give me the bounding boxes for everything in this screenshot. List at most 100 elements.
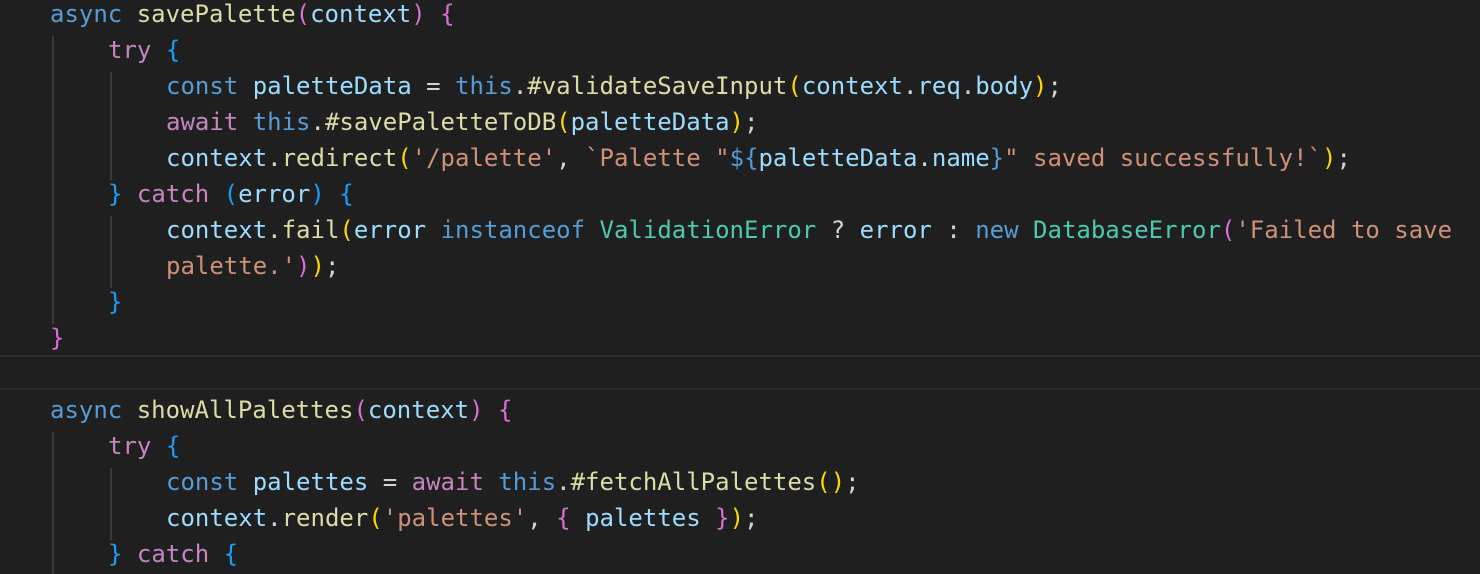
code-token: '/palette'	[411, 144, 557, 172]
indent-guide	[110, 72, 112, 180]
code-token: (	[556, 108, 571, 136]
code-token: const	[166, 468, 239, 496]
code-token: )	[1033, 72, 1048, 100]
code-token: ;	[845, 468, 860, 496]
code-token: ;	[324, 252, 340, 280]
code-line[interactable]: const paletteData = this.#validateSaveIn…	[166, 68, 1062, 104]
code-token: .	[512, 72, 528, 100]
code-token: {	[223, 540, 239, 568]
code-token: error	[353, 216, 427, 244]
code-line[interactable]: }	[50, 320, 64, 356]
code-token: 'Failed to save	[1235, 216, 1453, 244]
code-token: new	[975, 216, 1019, 244]
code-token: body	[975, 72, 1034, 100]
indent-guide	[110, 468, 112, 540]
code-token: this	[455, 72, 513, 100]
current-line-border-top	[0, 355, 1480, 357]
code-line[interactable]: } catch (error) {	[108, 176, 354, 212]
code-token: palette.'	[166, 252, 297, 280]
code-token: await	[166, 108, 239, 136]
code-line[interactable]: const palettes = await this.#fetchAllPal…	[166, 464, 860, 500]
code-token: async	[50, 0, 123, 28]
indent-guide	[110, 216, 112, 288]
code-token: (	[397, 144, 412, 172]
code-token: paletteData	[570, 108, 730, 136]
code-line[interactable]: context.fail(error instanceof Validation…	[166, 212, 1452, 248]
code-token: paletteData	[758, 144, 918, 172]
code-token: palettes	[570, 504, 716, 532]
code-token: )	[729, 108, 744, 136]
code-token: (	[223, 180, 239, 208]
code-line[interactable]: try {	[108, 32, 180, 68]
code-line[interactable]: await this.#savePaletteToDB(paletteData)…	[166, 104, 758, 140]
code-token: .	[960, 72, 976, 100]
code-token: {	[339, 180, 354, 208]
code-token: .	[310, 108, 325, 136]
code-token: ${	[729, 144, 759, 172]
code-line[interactable]: } catch {	[108, 536, 238, 572]
code-line[interactable]: palette.'));	[166, 248, 339, 284]
code-token: ,	[556, 144, 586, 172]
code-token: context	[801, 72, 903, 100]
code-token: ;	[744, 504, 759, 532]
code-token: .	[267, 504, 282, 532]
code-token: fail	[281, 216, 340, 244]
code-token: async	[50, 396, 123, 424]
code-token: {	[165, 36, 181, 64]
code-token: instanceof	[440, 216, 586, 244]
code-token: {	[440, 0, 455, 28]
code-line[interactable]: }	[108, 284, 122, 320]
code-line[interactable]: context.redirect('/palette', `Palette "$…	[166, 140, 1351, 176]
code-token: #savePaletteToDB	[324, 108, 557, 136]
code-token: (	[295, 0, 311, 28]
code-editor[interactable]: async savePalette(context) { try { const…	[0, 0, 1480, 574]
code-token: {	[556, 504, 571, 532]
code-token: }	[108, 540, 123, 568]
current-line-border-bottom	[0, 388, 1480, 390]
code-token: catch	[136, 180, 210, 208]
code-token: (	[353, 396, 368, 424]
code-token: catch	[136, 540, 210, 568]
code-line[interactable]: try {	[108, 428, 180, 464]
code-token: context	[310, 0, 412, 28]
code-token: )	[469, 396, 484, 424]
code-token: `Palette "	[585, 144, 730, 172]
code-line[interactable]: async showAllPalettes(context) {	[50, 392, 512, 428]
code-token: req	[917, 72, 961, 100]
code-line[interactable]: context.render('palettes', { palettes })…	[166, 500, 758, 536]
code-line[interactable]: async savePalette(context) {	[50, 0, 455, 32]
code-token: error	[238, 180, 311, 208]
code-token: {	[165, 432, 181, 460]
code-token: .	[556, 468, 571, 496]
code-token: showAllPalettes	[136, 396, 354, 424]
code-token: 'palettes'	[382, 504, 528, 532]
code-token: try	[108, 432, 152, 460]
code-token: context	[166, 216, 268, 244]
code-token: (	[1220, 216, 1236, 244]
code-token: .	[267, 216, 282, 244]
code-token: await	[411, 468, 484, 496]
code-token: {	[497, 396, 513, 424]
code-token: ?	[816, 216, 860, 244]
code-token: #fetchAllPalettes	[570, 468, 817, 496]
code-token: ;	[744, 108, 759, 136]
code-token: }	[50, 324, 65, 352]
code-token: =	[411, 72, 456, 100]
code-token: this	[498, 468, 557, 496]
code-token: name	[931, 144, 990, 172]
code-token: redirect	[281, 144, 398, 172]
